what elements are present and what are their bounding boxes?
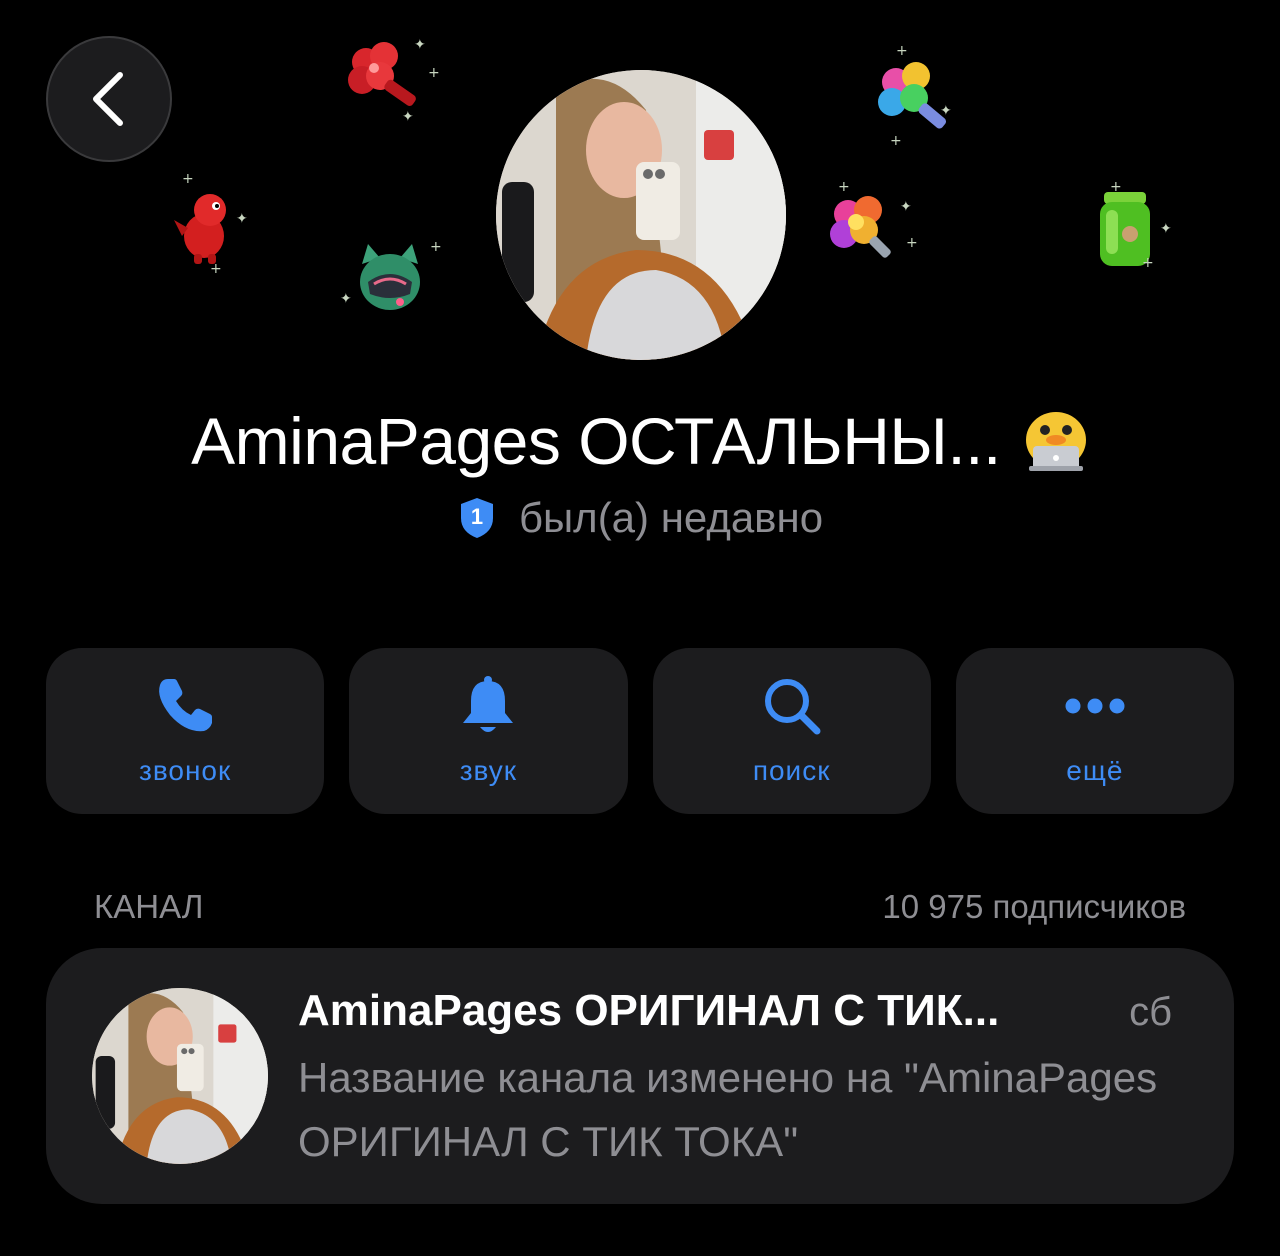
sparkle-icon: ✦ (1160, 221, 1172, 237)
shield-badge-icon: 1 (457, 496, 497, 540)
channel-avatar (92, 988, 268, 1164)
rainbow-clover-lollipop-sticker (866, 52, 962, 148)
sparkle-icon: + (1110, 179, 1122, 195)
cat-helmet-sticker (340, 230, 440, 330)
sparkle-icon: ✦ (402, 109, 414, 125)
sparkle-icon: + (430, 239, 442, 255)
sound-button[interactable]: звук (349, 648, 628, 814)
channel-section-label: КАНАЛ (94, 888, 204, 925)
sparkle-icon: + (890, 133, 902, 149)
channel-title: AminaPages ОРИГИНАЛ С ТИК... (298, 986, 1000, 1035)
call-button[interactable]: звонок (46, 648, 325, 814)
sparkle-icon: + (182, 171, 194, 187)
action-bar: звонок звук поиск ещё (46, 648, 1234, 814)
sparkle-icon: + (210, 261, 222, 277)
phone-icon (154, 675, 216, 737)
profile-avatar[interactable] (496, 70, 786, 360)
profile-name: AminaPages ОСТАЛЬНЫ... (191, 404, 1001, 478)
more-icon (1063, 675, 1127, 737)
sparkle-icon: ✦ (940, 103, 952, 119)
search-button-label: поиск (752, 755, 831, 786)
sparkle-icon: + (428, 65, 440, 81)
sparkle-icon: + (838, 179, 850, 195)
subscriber-count: 10 975 подписчиков (882, 888, 1186, 925)
sound-button-label: звук (459, 755, 518, 786)
channel-section-header: КАНАЛ 10 975 подписчиков (94, 884, 1186, 930)
sparkle-icon: + (1142, 255, 1154, 271)
last-seen-status: был(а) недавно (518, 494, 824, 541)
channel-last-message-time: сб (1129, 990, 1172, 1034)
sparkle-icon: ✦ (414, 37, 426, 53)
chevron-left-icon (93, 72, 123, 126)
sparkle-icon: ✦ (340, 291, 352, 307)
call-button-label: звонок (138, 755, 232, 786)
sparkle-icon: ✦ (900, 199, 912, 215)
more-button-label: ещё (1066, 755, 1124, 786)
sparkle-icon: ✦ (236, 211, 248, 227)
flower-lollipop-sticker (812, 180, 916, 280)
search-button[interactable]: поиск (652, 648, 931, 814)
more-button[interactable]: ещё (955, 648, 1234, 814)
status-badge-number: 1 (470, 504, 484, 529)
search-icon (761, 675, 823, 737)
linked-channel-card[interactable]: AminaPages ОРИГИНАЛ С ТИК... сб Название… (46, 948, 1234, 1204)
sparkle-icon: + (896, 43, 908, 59)
back-button[interactable] (46, 36, 172, 162)
channel-last-message: Название канала изменено на "AminaPages … (298, 1054, 1158, 1165)
bell-icon (459, 675, 517, 737)
profile-status-row: 1 был(а) недавно (0, 490, 1280, 546)
profile-name-row: AminaPages ОСТАЛЬНЫ... (0, 396, 1280, 486)
duck-with-laptop-emoji-icon[interactable] (1023, 406, 1089, 477)
sparkle-icon: + (906, 235, 918, 251)
